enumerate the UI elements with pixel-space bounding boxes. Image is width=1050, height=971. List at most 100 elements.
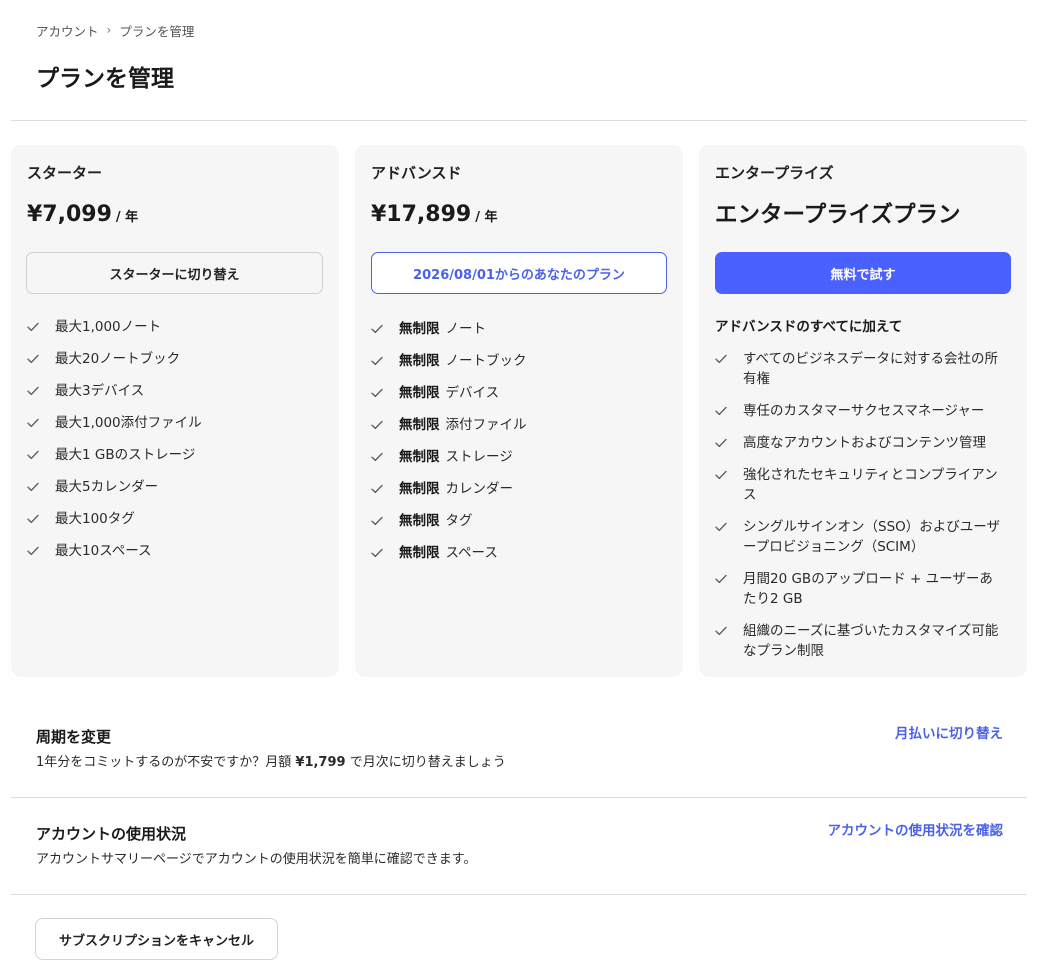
feature-label: タグ [445, 513, 473, 529]
switch-to-starter-button[interactable]: スターターに切り替え [26, 252, 323, 294]
feature-label: 添付ファイル [445, 417, 527, 433]
price-amount: ¥7,099 [27, 202, 112, 227]
feature-text: 最大3デバイス [55, 383, 145, 399]
checkmark-icon [715, 401, 727, 421]
feature-item: 高度なアカウントおよびコンテンツ管理 [715, 433, 1005, 453]
feature-prefix: 無制限 [399, 449, 440, 465]
feature-label: ノートブック [445, 353, 527, 369]
account-usage-section: アカウントの使用状況 アカウントサマリーページでアカウントの使用状況を簡単に確認… [36, 823, 1006, 870]
chevron-right-icon: › [106, 23, 112, 37]
feature-item: 最大10スペース [27, 541, 317, 561]
feature-text: 最大10スペース [55, 543, 152, 559]
feature-item: すべてのビジネスデータに対する会社の所有権 [715, 349, 1005, 389]
checkmark-icon [371, 543, 383, 563]
feature-list: すべてのビジネスデータに対する会社の所有権専任のカスタマーサクセスマネージャー高… [715, 349, 1005, 673]
plan-card-enterprise: エンタープライズ エンタープライズプラン 無料で試す アドバンスドのすべてに加え… [699, 145, 1027, 677]
feature-list: 無制限 ノート 無制限 ノートブック 無制限 デバイス 無制限 添付ファイル 無制限 ストレージ無… [371, 319, 661, 575]
feature-prefix: 無制限 [399, 385, 440, 401]
feature-prefix: 無制限 [399, 481, 440, 497]
plan-name: エンタープライズ [715, 164, 834, 182]
feature-item: 最大1,000添付ファイル [27, 413, 317, 433]
monthly-price: ¥1,799 [295, 755, 346, 770]
feature-text: 最大20ノートブック [55, 351, 181, 367]
feature-item: 無制限 デバイス [371, 383, 661, 403]
price-period: / 年 [115, 210, 139, 225]
addon-title: アドバンスドのすべてに加えて [715, 319, 903, 335]
feature-text: 無制限 ノート [399, 319, 486, 339]
feature-text: 無制限 ストレージ [399, 447, 513, 467]
feature-item: 最大1,000ノート [27, 317, 317, 337]
feature-text: 強化されたセキュリティとコンプライアンス [743, 467, 998, 503]
checkmark-icon [715, 621, 727, 641]
checkmark-icon [715, 349, 727, 369]
switch-to-monthly-link[interactable]: 月払いに切り替え [895, 724, 1003, 744]
price-amount: エンタープライズプラン [715, 202, 961, 228]
desc-text: で月次に切り替えましょう [345, 755, 506, 770]
billing-cycle-section: 周期を変更 1年分をコミットするのが不安ですか？月額 ¥1,799 で月次に切り… [36, 726, 1006, 773]
checkmark-icon [27, 445, 39, 465]
feature-label: スペース [445, 545, 498, 561]
plan-card-starter: スターター ¥7,099/ 年 スターターに切り替え 最大1,000ノート最大2… [11, 145, 339, 677]
feature-item: 専任のカスタマーサクセスマネージャー [715, 401, 1005, 421]
checkmark-icon [27, 349, 39, 369]
feature-prefix: 無制限 [399, 417, 440, 433]
plan-price: エンタープライズプラン [715, 198, 960, 234]
checkmark-icon [715, 433, 727, 453]
try-free-button[interactable]: 無料で試す [715, 252, 1011, 294]
checkmark-icon [27, 477, 39, 497]
price-amount: ¥17,899 [371, 202, 472, 227]
breadcrumb-current: プランを管理 [119, 23, 195, 39]
feature-label: ノート [445, 321, 487, 337]
checkmark-icon [371, 351, 383, 371]
feature-label: カレンダー [445, 481, 514, 497]
feature-text: 組織のニーズに基づいたカスタマイズ可能なプラン制限 [743, 623, 999, 659]
feature-text: 高度なアカウントおよびコンテンツ管理 [743, 435, 986, 451]
checkmark-icon [371, 383, 383, 403]
plan-name: スターター [27, 164, 103, 182]
checkmark-icon [715, 465, 727, 485]
view-usage-link[interactable]: アカウントの使用状況を確認 [828, 821, 1004, 841]
feature-text: 最大100タグ [55, 511, 135, 527]
feature-item: 無制限 ノート [371, 319, 661, 339]
feature-item: 無制限 ストレージ [371, 447, 661, 467]
checkmark-icon [27, 541, 39, 561]
breadcrumb: アカウント › プランを管理 [36, 21, 194, 39]
feature-text: すべてのビジネスデータに対する会社の所有権 [743, 351, 999, 387]
checkmark-icon [371, 447, 383, 467]
feature-text: 無制限 ノートブック [399, 351, 527, 371]
feature-item: シングルサインオン（SSO）およびユーザープロビジョニング（SCIM） [715, 517, 1005, 557]
feature-text: 最大1,000添付ファイル [55, 415, 202, 431]
feature-label: デバイス [445, 385, 500, 401]
checkmark-icon [371, 511, 383, 531]
feature-item: 無制限 スペース [371, 543, 661, 563]
feature-prefix: 無制限 [399, 545, 440, 561]
feature-text: 無制限 添付ファイル [399, 415, 527, 435]
feature-item: 無制限 タグ [371, 511, 661, 531]
feature-text: 無制限 カレンダー [399, 479, 513, 499]
feature-prefix: 無制限 [399, 353, 440, 369]
feature-item: 無制限 カレンダー [371, 479, 661, 499]
feature-item: 組織のニーズに基づいたカスタマイズ可能なプラン制限 [715, 621, 1005, 661]
feature-item: 強化されたセキュリティとコンプライアンス [715, 465, 1005, 505]
feature-text: シングルサインオン（SSO）およびユーザープロビジョニング（SCIM） [743, 519, 1000, 555]
plan-price: ¥7,099/ 年 [27, 198, 138, 235]
plan-name: アドバンスド [371, 164, 462, 182]
cancel-subscription-button[interactable]: サブスクリプションをキャンセル [35, 918, 278, 960]
feature-item: 最大20ノートブック [27, 349, 317, 369]
feature-item: 最大1 GBのストレージ [27, 445, 317, 465]
feature-text: 無制限 タグ [399, 511, 473, 531]
feature-text: 最大1,000ノート [55, 319, 162, 335]
checkmark-icon [715, 569, 727, 589]
feature-item: 月間20 GBのアップロード + ユーザーあたり2 GB [715, 569, 1005, 609]
feature-text: 最大1 GBのストレージ [55, 447, 196, 463]
feature-item: 無制限 ノートブック [371, 351, 661, 371]
feature-text: 月間20 GBのアップロード + ユーザーあたり2 GB [743, 571, 993, 607]
checkmark-icon [27, 509, 39, 529]
feature-text: 最大5カレンダー [55, 479, 159, 495]
current-plan-button[interactable]: 2026/08/01からのあなたのプラン [371, 252, 667, 294]
checkmark-icon [371, 479, 383, 499]
section-description: アカウントサマリーページでアカウントの使用状況を簡単に確認できます。 [36, 852, 477, 867]
breadcrumb-account-link[interactable]: アカウント [36, 21, 99, 40]
feature-text: 無制限 デバイス [399, 383, 499, 403]
feature-item: 最大100タグ [27, 509, 317, 529]
